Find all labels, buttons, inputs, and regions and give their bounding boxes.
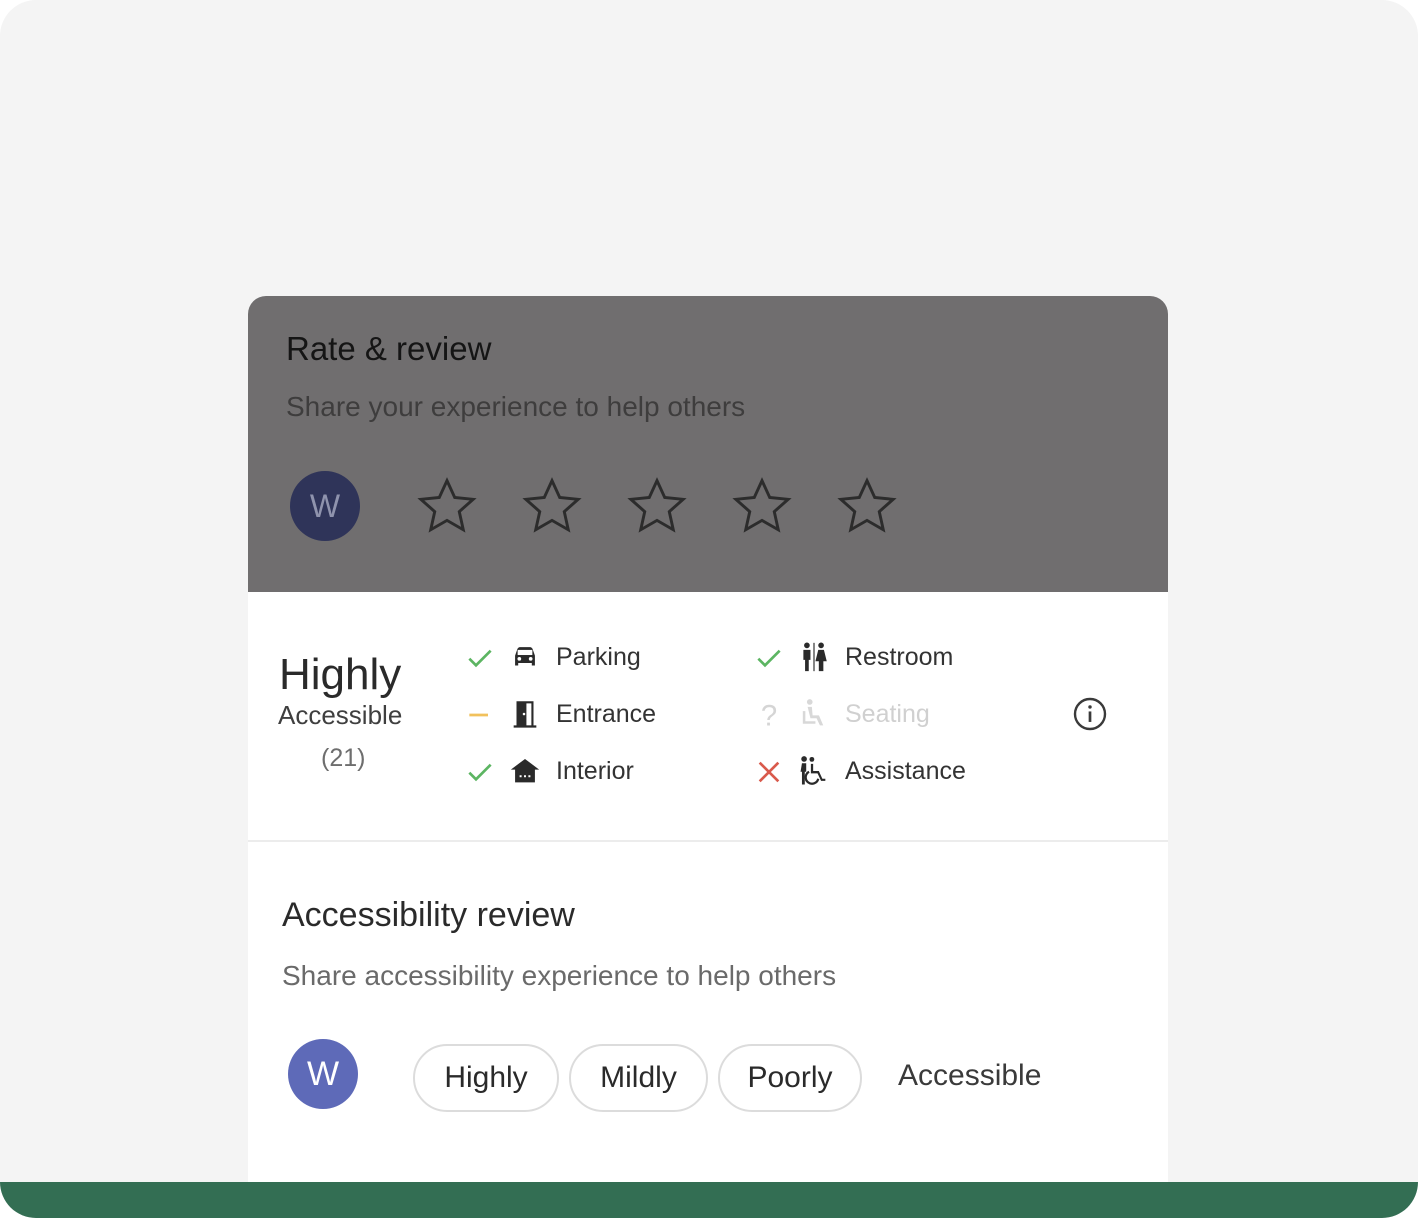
feature-label: Interior [556,757,634,785]
avatar: W [288,1039,358,1109]
restroom-icon [803,642,827,672]
check-icon [757,649,781,668]
accessibility-review-subtitle: Share accessibility experience to help o… [282,960,837,991]
svg-text:?: ? [761,700,777,731]
rate-review-title: Rate & review [286,330,492,367]
avatar: W [290,471,360,541]
star-4-icon[interactable] [730,474,794,538]
star-2-icon[interactable] [520,474,584,538]
wheelchair-icon [800,756,826,785]
check-icon [468,763,492,782]
star-1-icon[interactable] [415,474,479,538]
star-5-icon[interactable] [835,474,899,538]
accessibility-level-label: Accessible [278,700,403,730]
app-frame: Rate & review Share your experience to h… [0,0,1418,1218]
unknown-icon: ? [761,700,777,731]
accessibility-review-title: Accessibility review [282,896,575,934]
feature-label: Assistance [845,757,966,785]
rate-review-subtitle: Share your experience to help others [286,391,746,422]
accessible-label: Accessible [898,1059,1042,1092]
review-card: Rate & review Share your experience to h… [248,296,1168,1182]
seated-person-icon [802,699,824,726]
house-icon [510,758,540,783]
rate-review-section: Rate & review Share your experience to h… [248,296,1168,592]
info-icon[interactable] [1072,696,1108,732]
chip-poorly[interactable]: Poorly [718,1044,862,1112]
feature-label: Seating [845,700,930,728]
cross-icon [758,761,780,783]
review-count: (21) [321,744,366,772]
check-icon [468,649,492,668]
chip-highly[interactable]: Highly [413,1044,559,1112]
accessibility-summary: Highly Accessible (21) Parking Entrance … [248,592,1168,842]
footer-bar [0,1182,1418,1218]
chip-mildly[interactable]: Mildly [569,1044,708,1112]
door-icon [513,701,537,728]
star-3-icon[interactable] [625,474,689,538]
car-icon [515,647,535,666]
feature-label: Restroom [845,643,954,671]
partial-icon [469,713,488,717]
feature-label: Entrance [556,700,657,728]
accessibility-level: Highly [279,650,402,699]
feature-label: Parking [556,643,641,671]
